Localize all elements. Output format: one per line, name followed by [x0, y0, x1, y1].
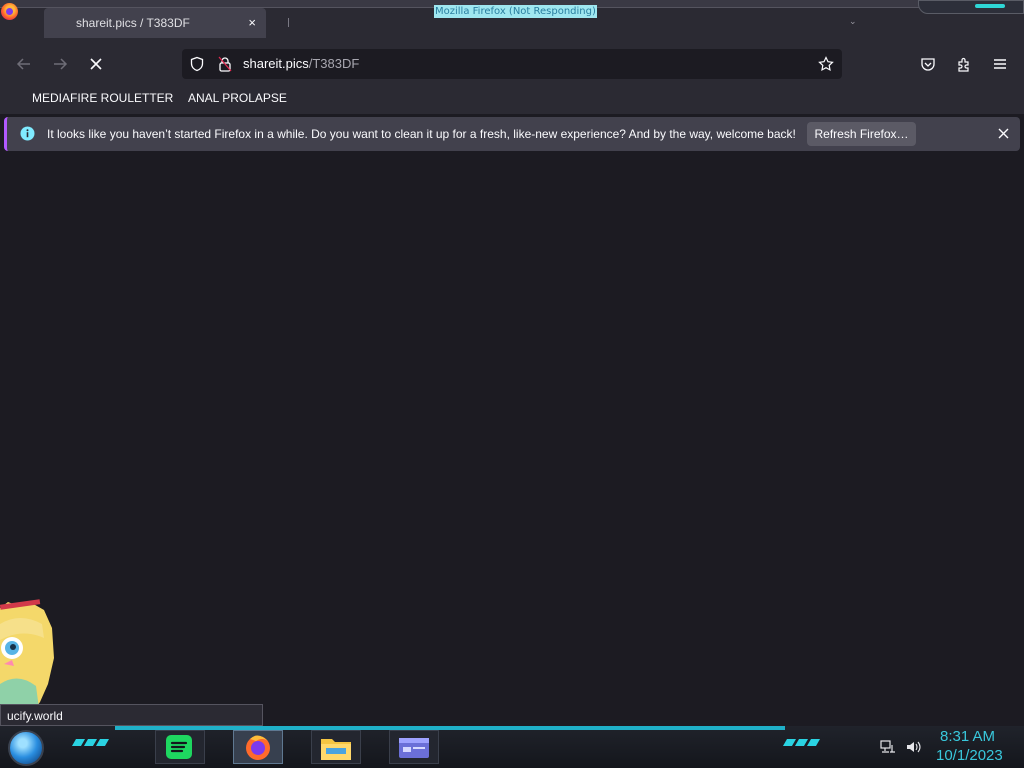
- window-controls-decoration[interactable]: [918, 0, 1024, 14]
- volume-icon[interactable]: [905, 740, 921, 754]
- link-status-text: ucify.world: [7, 709, 63, 723]
- info-icon: [20, 126, 35, 146]
- url-path: /T383DF: [308, 56, 360, 71]
- notification-message: It looks like you haven’t started Firefo…: [47, 127, 796, 141]
- window-icon: [399, 738, 429, 758]
- link-status-overlay: ucify.world: [0, 704, 263, 726]
- network-icon[interactable]: [880, 740, 896, 754]
- star-icon[interactable]: [818, 56, 834, 77]
- bookmarks-toolbar: MEDIAFIRE ROULETTER ANAL PROLAPSE: [0, 84, 1024, 114]
- url-text[interactable]: shareit.pics/T383DF: [243, 56, 359, 71]
- tab-title: shareit.pics / T383DF: [76, 16, 190, 30]
- lock-icon[interactable]: [218, 56, 232, 77]
- bookmark-item[interactable]: MEDIAFIRE ROULETTER: [32, 91, 173, 105]
- taskbar-accent-line: [115, 726, 785, 730]
- tab-active[interactable]: shareit.pics / T383DF ×: [44, 8, 266, 38]
- menu-icon[interactable]: [988, 52, 1012, 76]
- navigation-toolbar: shareit.pics/T383DF: [0, 44, 1024, 84]
- taskbar: 8:31 AM 10/1/2023: [0, 726, 1024, 768]
- close-icon[interactable]: [994, 124, 1012, 142]
- page-content-area[interactable]: [0, 155, 1024, 725]
- taskbar-decoration-left: [71, 739, 110, 746]
- list-all-tabs-icon[interactable]: ⌄: [849, 16, 857, 27]
- refresh-firefox-button[interactable]: Refresh Firefox…: [807, 122, 916, 146]
- forward-icon[interactable]: [48, 52, 72, 76]
- shield-icon[interactable]: [189, 56, 205, 77]
- stop-icon[interactable]: [84, 52, 108, 76]
- titlebar: Mozilla Firefox (Not Responding) shareit…: [0, 0, 1024, 44]
- url-domain: shareit.pics: [243, 56, 309, 71]
- taskbar-app-file-explorer[interactable]: [311, 730, 361, 764]
- tab-close-icon[interactable]: ×: [248, 15, 256, 30]
- spotify-icon: [166, 735, 192, 759]
- taskbar-app-firefox[interactable]: [233, 730, 283, 764]
- taskbar-app-spotify[interactable]: [155, 730, 205, 764]
- pocket-icon[interactable]: [916, 52, 940, 76]
- clock-time[interactable]: 8:31 AM: [940, 728, 995, 745]
- bookmark-item[interactable]: ANAL PROLAPSE: [188, 91, 287, 105]
- start-button[interactable]: [8, 730, 44, 766]
- back-icon[interactable]: [12, 52, 36, 76]
- url-bar[interactable]: shareit.pics/T383DF: [182, 49, 842, 79]
- window-status-title: Mozilla Firefox (Not Responding): [434, 5, 597, 18]
- firefox-icon: [246, 735, 270, 760]
- firefox-logo-icon: [1, 3, 18, 20]
- tab-separator: [288, 18, 289, 27]
- file-explorer-icon: [321, 739, 351, 760]
- taskbar-decoration-right: [782, 739, 821, 746]
- clock-date[interactable]: 10/1/2023: [936, 747, 1003, 764]
- extensions-icon[interactable]: [952, 52, 976, 76]
- refresh-notification-bar: It looks like you haven’t started Firefo…: [4, 117, 1020, 151]
- taskbar-app-window[interactable]: [389, 730, 439, 764]
